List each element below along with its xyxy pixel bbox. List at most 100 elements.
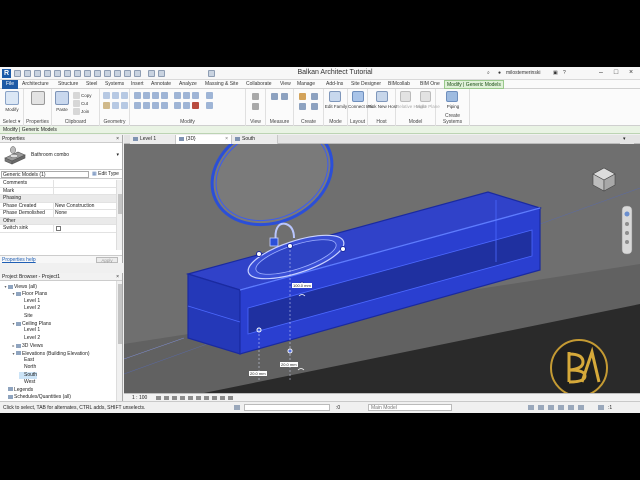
open-icon[interactable]: [14, 70, 21, 77]
cut-icon[interactable]: [73, 100, 80, 107]
property-value[interactable]: New Construction: [55, 203, 94, 210]
tab-site-designer[interactable]: Site Designer: [351, 81, 381, 87]
text-qa-icon[interactable]: [94, 70, 101, 77]
tab-insert[interactable]: Insert: [131, 81, 144, 87]
mirror-draw-icon[interactable]: [161, 92, 168, 99]
detail-level-icon[interactable]: [156, 396, 161, 400]
cart-icon[interactable]: ▣: [553, 70, 558, 76]
properties-icon[interactable]: [31, 91, 45, 105]
create-assembly-icon[interactable]: [299, 93, 306, 100]
pin-icon[interactable]: [206, 92, 213, 99]
tab-level-1[interactable]: Level 1: [130, 135, 176, 144]
cut-geometry-icon[interactable]: [112, 92, 119, 99]
filter-icon[interactable]: [598, 405, 604, 410]
select-underlay-icon[interactable]: [548, 405, 554, 410]
browser-scrollbar[interactable]: [116, 281, 122, 401]
tab-structure[interactable]: Structure: [58, 81, 78, 87]
save-icon[interactable]: [24, 70, 31, 77]
measure-qa-icon[interactable]: [74, 70, 81, 77]
view-cube[interactable]: [592, 167, 616, 192]
tab-manage[interactable]: Manage: [297, 81, 315, 87]
cut-button[interactable]: Cut: [81, 101, 88, 106]
property-row[interactable]: Phase Created New Construction: [0, 202, 116, 210]
join-geometry-icon[interactable]: [121, 92, 128, 99]
3d-view-qa-icon[interactable]: [104, 70, 111, 77]
mirror-axis-icon[interactable]: [152, 92, 159, 99]
revit-logo-icon[interactable]: R: [2, 69, 11, 78]
browser-scroll-thumb[interactable]: [118, 284, 122, 344]
unpin-icon[interactable]: [206, 102, 213, 109]
section-qa-icon[interactable]: [114, 70, 121, 77]
browser-node[interactable]: ▾ Elevations (Building Elevation): [11, 350, 89, 357]
tab-south[interactable]: South: [232, 135, 278, 144]
browser-node[interactable]: West: [19, 379, 35, 386]
measure-icon[interactable]: [271, 93, 278, 100]
cope-icon[interactable]: [103, 92, 110, 99]
minimize-icon[interactable]: –: [597, 69, 605, 77]
copy-icon[interactable]: [73, 92, 80, 99]
create-similar-icon[interactable]: [311, 103, 318, 110]
browser-node[interactable]: Site: [19, 313, 33, 320]
properties-help-link[interactable]: Properties help: [2, 257, 36, 263]
sync-icon[interactable]: [34, 70, 41, 77]
browser-node[interactable]: Schedules/Quantities (all): [3, 394, 71, 401]
browser-node[interactable]: ▸ 3D Views: [11, 342, 43, 349]
dimension-top[interactable]: 100.0 mm: [292, 283, 312, 288]
browser-node[interactable]: ▾ Views (all): [3, 283, 36, 290]
dimension-icon[interactable]: [281, 93, 288, 100]
switch-windows-icon[interactable]: [148, 70, 155, 77]
split-icon[interactable]: [183, 92, 190, 99]
property-row[interactable]: Phase Demolished None: [0, 210, 116, 218]
property-group[interactable]: Other: [0, 217, 116, 225]
panel-select-label[interactable]: Select ▾: [0, 119, 23, 125]
tab-add-ins[interactable]: Add-Ins: [326, 81, 343, 87]
array-icon[interactable]: [174, 102, 181, 109]
browser-node[interactable]: Legends: [3, 387, 33, 394]
mirror-element[interactable]: [196, 144, 348, 243]
edit-family-button[interactable]: Edit Family: [324, 104, 348, 109]
select-links-icon[interactable]: [538, 405, 544, 410]
property-row[interactable]: Comments: [0, 180, 116, 188]
shadows-icon[interactable]: [180, 396, 185, 400]
modify-button[interactable]: Modify: [3, 107, 21, 112]
help-icon[interactable]: ?: [563, 70, 566, 76]
browser-node[interactable]: ▾ Ceiling Plans: [11, 320, 51, 327]
tab-collaborate[interactable]: Collaborate: [246, 81, 272, 87]
properties-scroll-thumb[interactable]: [118, 194, 122, 214]
crop-view-icon[interactable]: [188, 396, 193, 400]
worksharing-icon[interactable]: [228, 396, 233, 400]
copy-element-icon[interactable]: [143, 102, 150, 109]
thin-lines-icon[interactable]: [124, 70, 131, 77]
tab-3d[interactable]: {3D} ×: [176, 135, 232, 144]
browser-node[interactable]: Level 2: [19, 305, 40, 312]
model-graphics[interactable]: [124, 144, 640, 393]
connect-into-icon[interactable]: [352, 91, 364, 102]
paint-icon[interactable]: [121, 102, 128, 109]
drag-elements-icon[interactable]: [578, 405, 584, 410]
tab-massing-site[interactable]: Massing & Site: [205, 81, 238, 87]
join-button[interactable]: Join: [81, 109, 89, 114]
tab-annotate[interactable]: Annotate: [151, 81, 171, 87]
property-row[interactable]: Switch sink: [0, 225, 116, 233]
pick-new-host-icon[interactable]: [376, 91, 388, 102]
property-row[interactable]: Mark: [0, 187, 116, 195]
browser-close-icon[interactable]: ×: [116, 273, 119, 281]
property-value[interactable]: None: [55, 210, 67, 217]
editable-only-icon[interactable]: [528, 405, 534, 410]
dimension-left[interactable]: 20.0 mm: [249, 371, 267, 376]
visual-style-icon[interactable]: [164, 396, 169, 400]
lock-view-icon[interactable]: [204, 396, 209, 400]
piping-icon[interactable]: [446, 91, 458, 102]
switch-sink-checkbox[interactable]: [56, 226, 61, 231]
browser-node[interactable]: East: [19, 357, 34, 364]
browser-node[interactable]: ▾ Floor Plans: [11, 290, 47, 297]
type-selector[interactable]: Bathroom combo ▾: [0, 143, 122, 170]
user-name[interactable]: milostemerinski: [506, 70, 540, 76]
browser-node[interactable]: Level 1: [19, 298, 40, 305]
sun-path-icon[interactable]: [172, 396, 177, 400]
tab-analyze[interactable]: Analyze: [179, 81, 197, 87]
pick-new-host-button[interactable]: Pick New Host: [368, 104, 397, 109]
search-icon[interactable]: ⌕: [487, 70, 490, 76]
browser-node[interactable]: Level 1: [19, 327, 40, 334]
delete-icon[interactable]: [192, 102, 199, 109]
